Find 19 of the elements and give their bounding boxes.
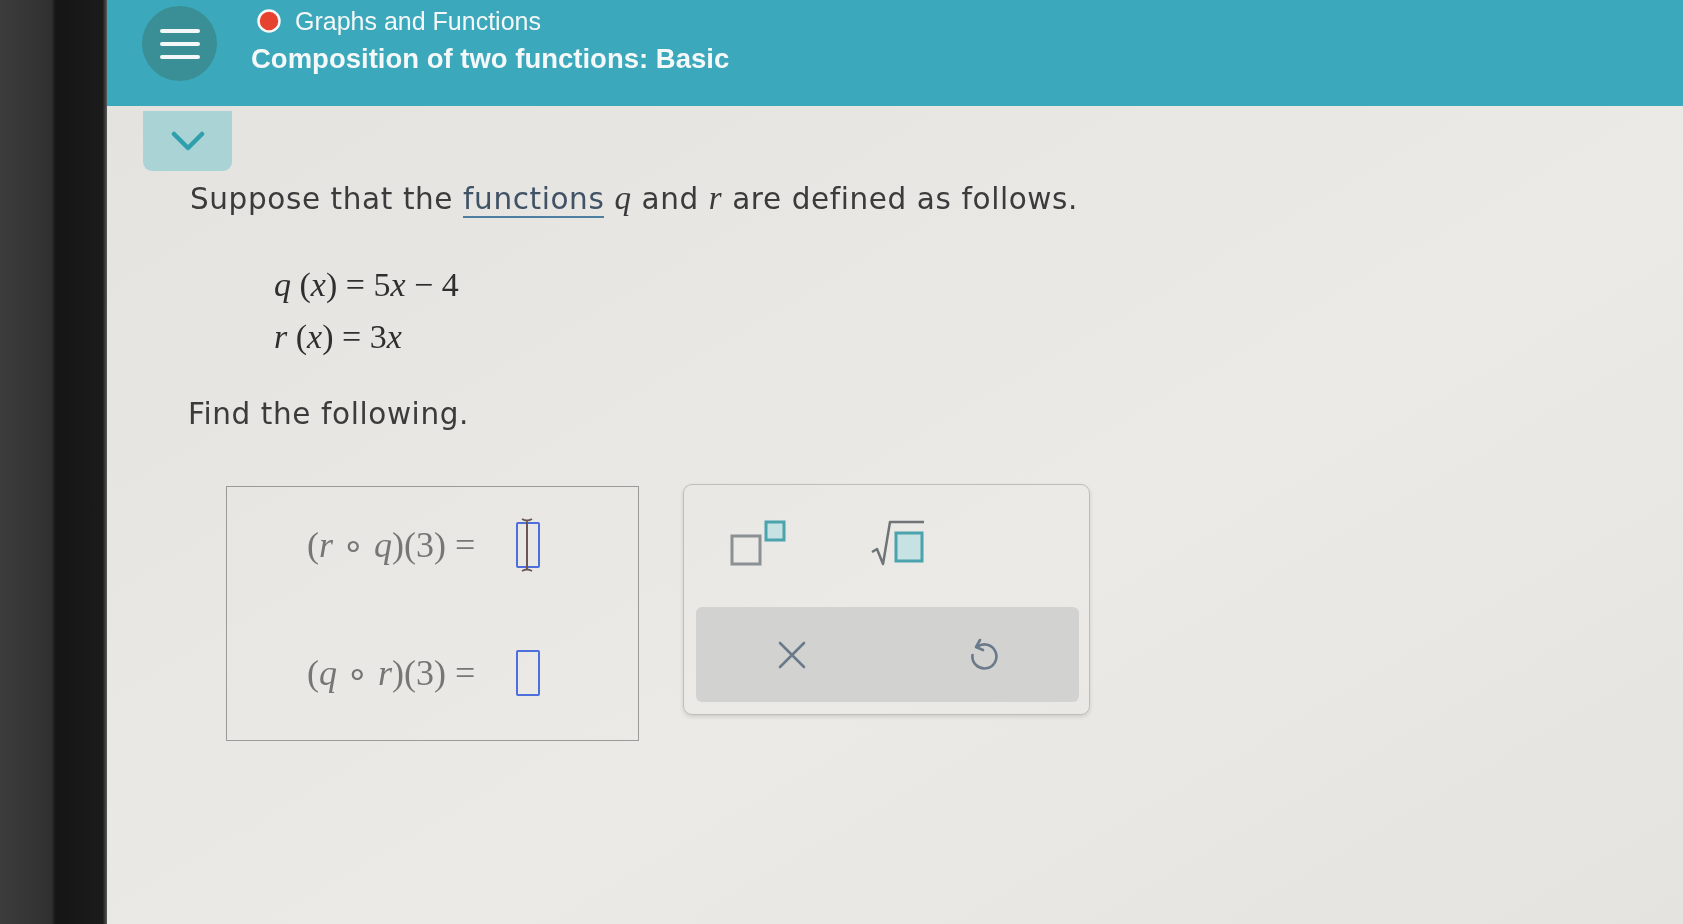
- topic-label: Graphs and Functions: [295, 6, 541, 36]
- close-icon: [777, 640, 806, 669]
- glossary-link[interactable]: functions: [463, 182, 605, 218]
- answer-field[interactable]: [516, 650, 540, 696]
- problem-statement: Suppose that the functions q and r are defined as follows.: [190, 180, 1079, 217]
- undo-icon: [968, 637, 999, 672]
- instruction-text: Find the following.: [188, 396, 469, 432]
- superscript-icon: [730, 520, 786, 566]
- composition-expression: (q ∘ r)(3) =: [307, 652, 477, 694]
- menu-icon: [159, 27, 200, 60]
- text-cursor-icon: [521, 518, 533, 572]
- function-definition: q (x) = 5x − 4: [274, 265, 459, 305]
- square-root-icon: [870, 520, 926, 566]
- function-definition: r (x) = 3x: [274, 317, 402, 357]
- lesson-title: Composition of two functions: Basic: [251, 42, 730, 76]
- chevron-down-icon: [170, 131, 205, 151]
- composition-expression: (r ∘ q)(3) =: [307, 524, 477, 566]
- collapse-tab[interactable]: [143, 111, 232, 171]
- status-dot-icon: [257, 9, 281, 33]
